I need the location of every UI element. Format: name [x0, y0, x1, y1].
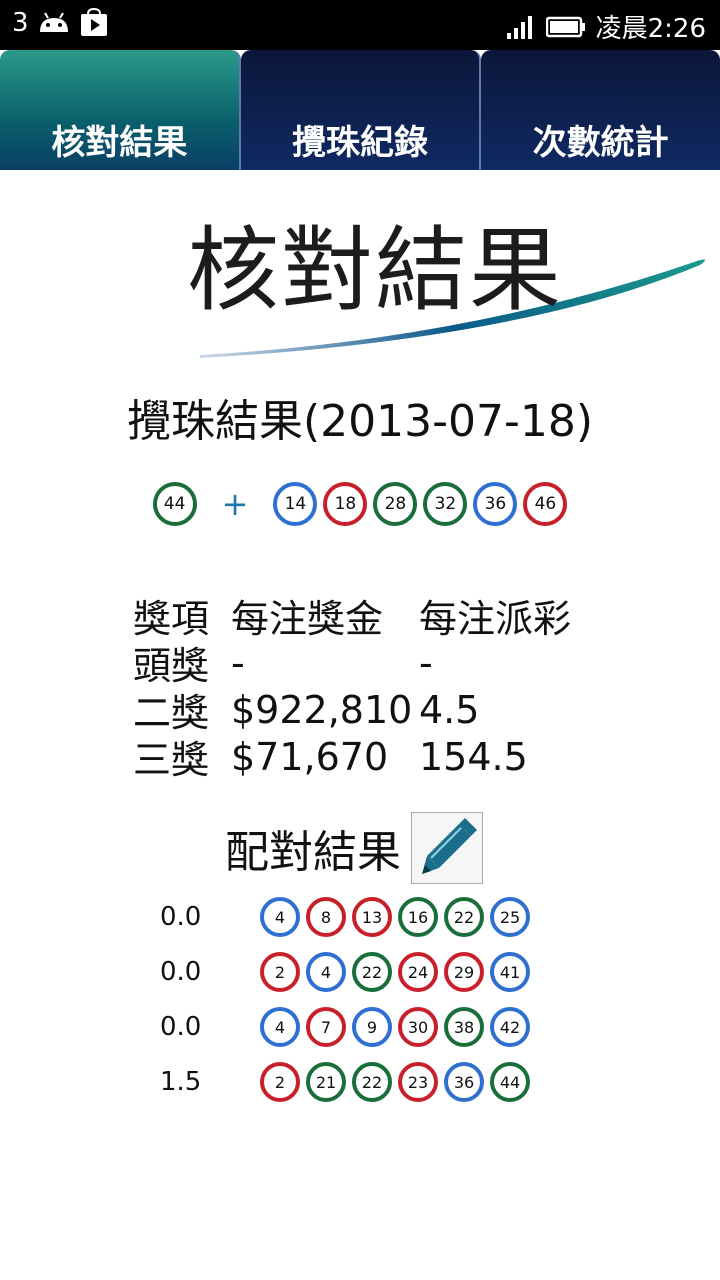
extra-ball: 44: [152, 482, 197, 526]
battery-icon: [545, 15, 586, 39]
play-store-icon: [79, 8, 109, 38]
clock: 凌晨2:26: [595, 14, 706, 44]
page-header: 核對結果: [0, 170, 720, 370]
ticket-ball: 22: [352, 1062, 392, 1102]
ticket-ball: 16: [398, 897, 438, 937]
drawn-ball: 32: [423, 482, 468, 526]
prize-table: 獎項 每注獎金 每注派彩 頭獎 - - 二獎 $922,810 4.5 三獎 $…: [133, 592, 619, 783]
ticket-balls: 4 7 9 30 38 42: [260, 1007, 530, 1047]
ticket-ball: 30: [398, 1007, 438, 1047]
ticket-ball: 13: [352, 897, 392, 937]
prize-row: 三獎 $71,670 154.5: [133, 733, 619, 783]
ticket-ball: 4: [260, 897, 300, 937]
ticket-balls: 4 8 13 16 22 25: [260, 897, 530, 937]
ticket-ball: 42: [490, 1007, 530, 1047]
drawn-ball: 36: [473, 482, 518, 526]
signal-icon: [506, 15, 536, 39]
ticket-ball: 8: [306, 897, 346, 937]
match-row: 0.0 2 4 22 24 29 41: [0, 948, 720, 996]
prize-header: 每注派彩: [419, 597, 572, 641]
match-row: 0.0 4 8 13 16 22 25: [0, 893, 720, 941]
prize-row: 頭獎 - -: [133, 639, 619, 689]
tab-frequency-stats[interactable]: 次數統計: [481, 50, 720, 170]
drawn-ball: 14: [273, 482, 318, 526]
ticket-ball: 24: [398, 952, 438, 992]
pencil-icon: [422, 818, 477, 874]
draw-result-title: 攪珠結果(2013-07-18): [126, 396, 594, 447]
ticket-ball: 38: [444, 1007, 484, 1047]
ticket-ball: 36: [444, 1062, 484, 1102]
tab-check-results[interactable]: 核對結果: [0, 50, 241, 170]
prize-cell: $71,670: [231, 734, 389, 779]
tab-label: 核對結果: [51, 123, 188, 163]
ticket-ball: 7: [306, 1007, 346, 1047]
tab-label: 次數統計: [532, 123, 669, 163]
ticket-ball: 2: [260, 1062, 300, 1102]
match-value: 0.0: [160, 957, 202, 987]
prize-row: 二獎 $922,810 4.5: [133, 686, 619, 736]
ticket-balls: 2 21 22 23 36 44: [260, 1062, 530, 1102]
ticket-ball: 23: [398, 1062, 438, 1102]
ticket-ball: 22: [444, 897, 484, 937]
prize-header: 每注獎金: [231, 597, 384, 641]
notification-count: 3: [12, 8, 29, 38]
prize-cell: 154.5: [419, 734, 528, 779]
ticket-ball: 29: [444, 952, 484, 992]
match-results-header: 配對結果: [225, 812, 483, 884]
ticket-ball: 9: [352, 1007, 392, 1047]
ticket-ball: 4: [260, 1007, 300, 1047]
match-results-title: 配對結果: [225, 827, 401, 878]
ticket-ball: 41: [490, 952, 530, 992]
drawn-ball: 18: [323, 482, 368, 526]
ticket-ball: 4: [306, 952, 346, 992]
ticket-ball: 2: [260, 952, 300, 992]
ticket-balls: 2 4 22 24 29 41: [260, 952, 530, 992]
status-bar: 3 凌晨2:26: [0, 0, 720, 50]
prize-cell: -: [231, 640, 245, 685]
prize-cell: $922,810: [231, 687, 413, 732]
prize-cell: 4.5: [419, 687, 480, 732]
match-row: 0.0 4 7 9 30 38 42: [0, 1003, 720, 1051]
draw-balls: 44 + 14 18 28 32 36 46: [0, 482, 720, 526]
drawn-ball: 46: [523, 482, 568, 526]
status-bar-right: 凌晨2:26: [506, 8, 706, 45]
prize-cell: -: [419, 640, 433, 685]
match-value: 0.0: [160, 1012, 202, 1042]
plus-sign: +: [221, 485, 249, 523]
ticket-ball: 22: [352, 952, 392, 992]
page-title: 核對結果: [186, 217, 563, 324]
prize-header-row: 獎項 每注獎金 每注派彩: [133, 592, 619, 641]
tab-draw-records[interactable]: 攪珠紀錄: [240, 50, 482, 170]
tab-label: 攪珠紀錄: [292, 123, 428, 163]
ticket-ball: 44: [490, 1062, 530, 1102]
match-value: 0.0: [160, 902, 202, 932]
android-icon: [37, 10, 71, 36]
status-bar-left: 3: [12, 8, 109, 38]
prize-cell: 三獎: [133, 738, 210, 782]
drawn-ball: 28: [373, 482, 418, 526]
match-row: 1.5 2 21 22 23 36 44: [0, 1058, 720, 1106]
edit-button[interactable]: [411, 812, 483, 884]
match-value: 1.5: [160, 1067, 202, 1097]
ticket-ball: 25: [490, 897, 530, 937]
tab-bar: 核對結果 攪珠紀錄 次數統計: [0, 50, 720, 170]
ticket-ball: 21: [306, 1062, 346, 1102]
